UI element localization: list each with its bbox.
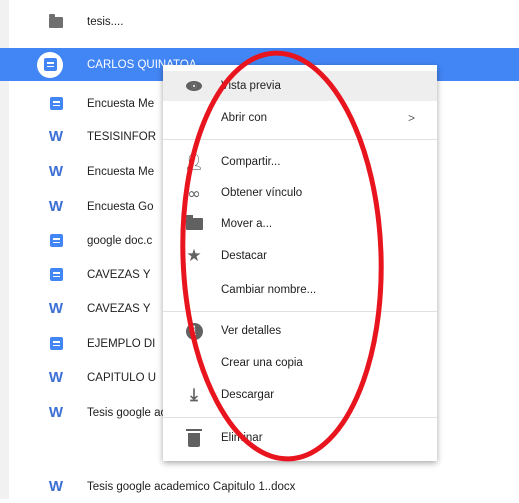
menu-item-label: Obtener vínculo <box>221 187 303 199</box>
download-icon: ⤓ <box>190 385 198 404</box>
google-doc-icon <box>49 234 63 248</box>
menu-item-compartir[interactable]: 👤︎ Compartir... <box>163 147 437 177</box>
menu-item-label: Ver detalles <box>221 325 282 337</box>
google-doc-icon <box>49 268 63 282</box>
menu-item-ver-detalles[interactable]: i Ver detalles <box>163 316 437 346</box>
menu-divider <box>163 311 437 312</box>
word-icon: W <box>48 403 64 421</box>
word-icon: W <box>48 368 64 386</box>
trash-icon <box>183 428 205 448</box>
file-name: google doc.c <box>87 234 153 247</box>
file-row[interactable]: W Tesis google academico Capitulo 1..doc… <box>0 470 519 503</box>
google-doc-icon <box>37 51 63 78</box>
person-add-icon: 👤︎ <box>183 154 205 171</box>
word-icon: W <box>48 197 64 215</box>
menu-item-label: Destacar <box>221 250 268 262</box>
menu-divider <box>163 417 437 418</box>
menu-item-label: Cambiar nombre... <box>221 284 317 296</box>
info-icon: i <box>183 321 205 341</box>
menu-item-cambiar-nombre[interactable]: Cambiar nombre... <box>163 275 437 305</box>
menu-item-descargar[interactable]: ⤓ Descargar <box>163 380 437 410</box>
folder-icon <box>49 14 63 29</box>
menu-item-vista-previa[interactable]: Vista previa <box>163 71 437 101</box>
menu-item-label: Mover a... <box>221 218 273 230</box>
menu-item-label: Descargar <box>221 389 275 401</box>
menu-item-label: Compartir... <box>221 156 281 168</box>
file-name: tesis.... <box>87 15 124 28</box>
google-doc-icon <box>49 337 63 351</box>
file-name: CAPITULO U <box>87 371 157 384</box>
word-icon: W <box>48 477 64 495</box>
menu-item-obtener-vinculo[interactable]: ∞ Obtener vínculo <box>163 178 437 208</box>
menu-item-destacar[interactable]: ★ Destacar <box>163 241 437 271</box>
file-name: CAVEZAS Y <box>87 302 151 315</box>
star-icon: ★ <box>186 246 202 265</box>
menu-item-label: Eliminar <box>221 432 263 444</box>
menu-item-crear-copia[interactable]: Crear una copia <box>163 348 437 378</box>
menu-item-label: Vista previa <box>221 80 281 92</box>
context-menu: Vista previa Abrir con > 👤︎ Compartir...… <box>163 65 437 461</box>
file-name: CAVEZAS Y <box>87 268 151 281</box>
word-icon: W <box>48 127 64 145</box>
menu-item-label: Crear una copia <box>221 357 303 369</box>
file-name: TESISINFOR <box>87 130 157 143</box>
menu-item-mover-a[interactable]: Mover a... <box>163 209 437 239</box>
word-icon: W <box>48 162 64 180</box>
chevron-right-icon: > <box>407 111 415 125</box>
menu-divider <box>163 139 437 140</box>
file-name: Tesis google academico Capitulo 1..docx <box>87 480 296 493</box>
word-icon: W <box>48 299 64 317</box>
menu-item-abrir-con[interactable]: Abrir con > <box>163 103 437 133</box>
file-name: Encuesta Me <box>87 97 155 110</box>
file-row-tesis-folder[interactable]: tesis.... <box>0 5 519 38</box>
eye-icon <box>183 76 205 96</box>
file-name: Encuesta Me <box>87 165 155 178</box>
folder-icon <box>183 214 205 234</box>
file-name: EJEMPLO DI <box>87 337 156 350</box>
file-name: Encuesta Go <box>87 200 154 213</box>
menu-item-label: Abrir con <box>221 112 268 124</box>
google-doc-icon <box>49 97 63 111</box>
menu-item-eliminar[interactable]: Eliminar <box>163 423 437 453</box>
link-icon: ∞ <box>187 183 201 203</box>
